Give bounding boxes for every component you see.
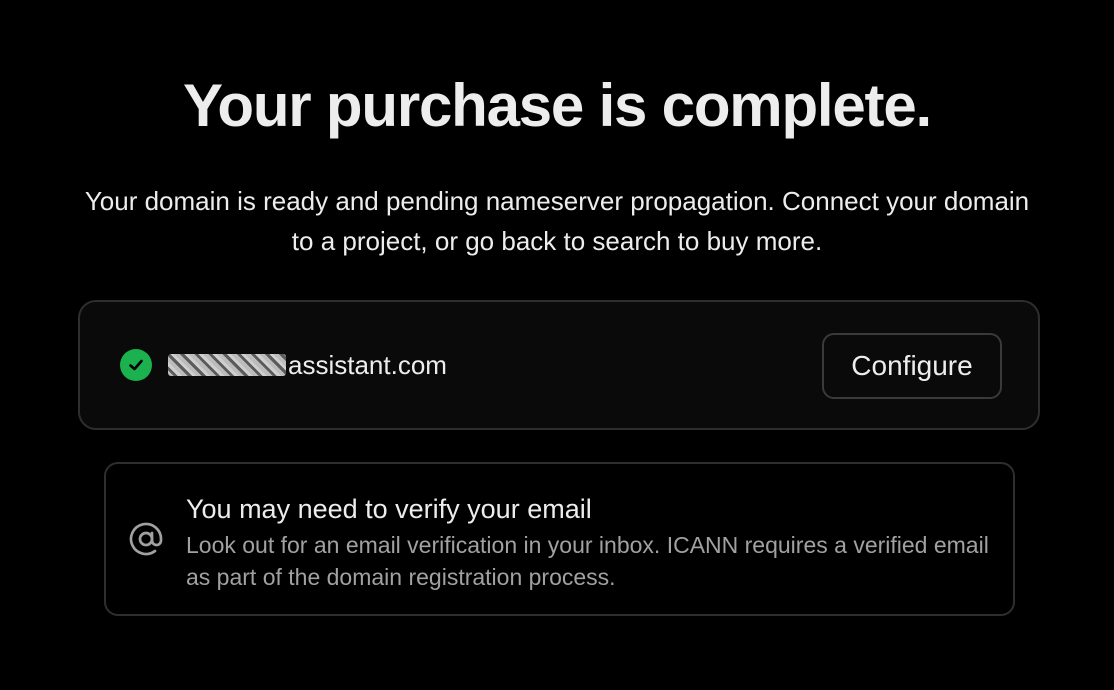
notice-title: You may need to verify your email: [186, 494, 592, 524]
email-verification-notice: You may need to verify your email Look o…: [104, 462, 1015, 616]
page-title: Your purchase is complete.: [183, 72, 932, 139]
domain-name: assistant.com: [288, 349, 447, 380]
at-icon: [129, 522, 163, 556]
check-circle-icon: [120, 349, 152, 381]
domain-card: assistant.com Configure: [78, 300, 1040, 430]
domain-name-row: assistant.com: [168, 347, 447, 383]
configure-button[interactable]: Configure: [822, 333, 1002, 399]
page-subtitle: Your domain is ready and pending nameser…: [84, 186, 1030, 256]
notice-body: Look out for an email verification in yo…: [186, 532, 989, 590]
redacted-domain-prefix: [168, 354, 286, 376]
